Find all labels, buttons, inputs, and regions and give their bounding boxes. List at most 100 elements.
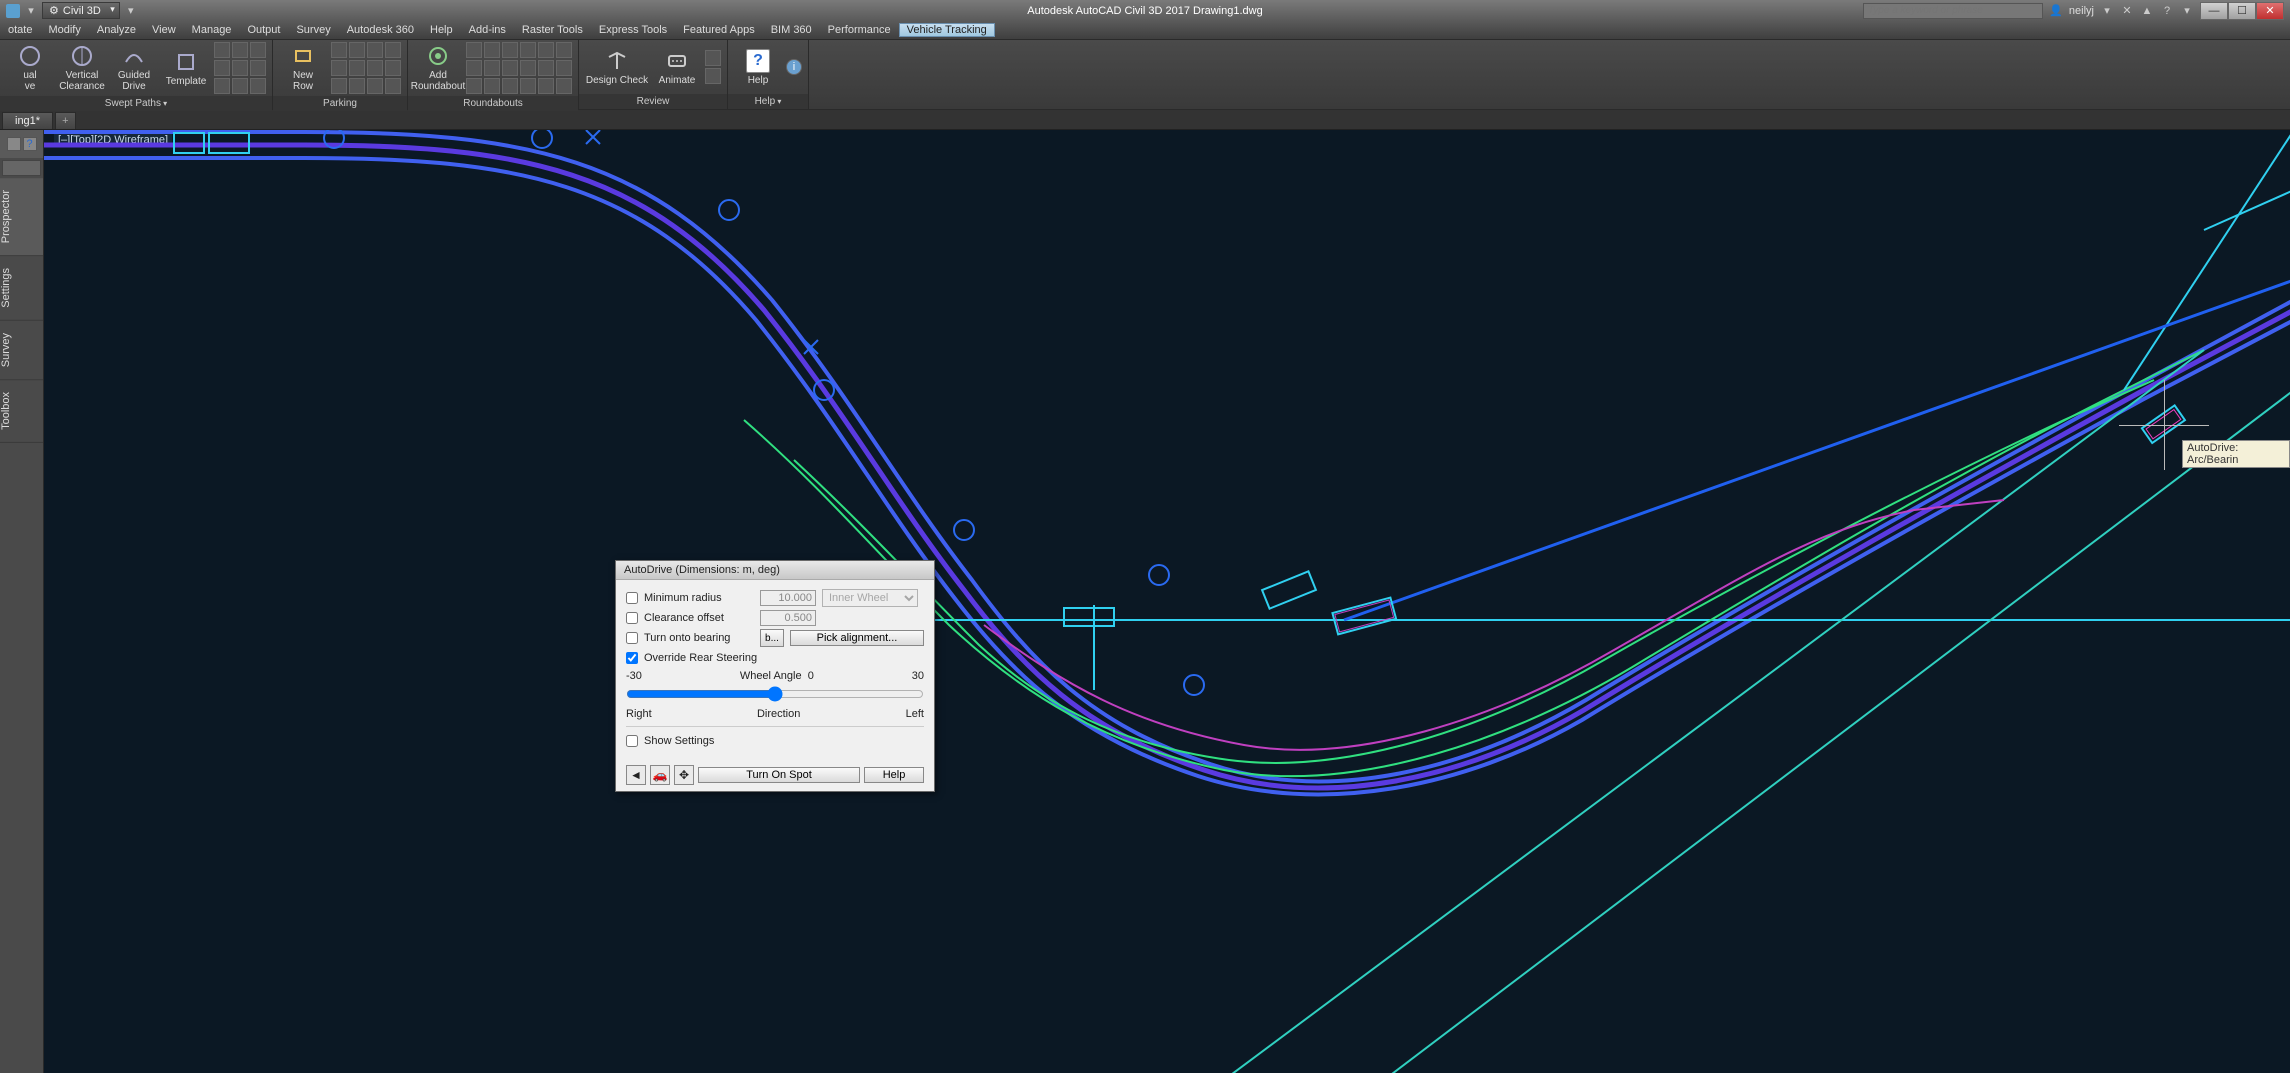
ra-3[interactable] [502, 42, 518, 58]
side-tab-survey[interactable]: Survey [0, 321, 43, 380]
pk-a8[interactable] [385, 60, 401, 76]
side-tab-toolbox[interactable]: Toolbox [0, 380, 43, 443]
override-steering-checkbox[interactable] [626, 652, 638, 664]
ra-5[interactable] [538, 42, 554, 58]
animate-button[interactable]: Animate [653, 42, 701, 92]
add-roundabout-button[interactable]: Add Roundabout [414, 43, 462, 93]
cloud-icon[interactable]: ▲ [2140, 4, 2154, 18]
pk-a5[interactable] [331, 60, 347, 76]
sp-sm-3[interactable] [250, 42, 266, 58]
info-icon[interactable]: i [786, 59, 802, 75]
search-input[interactable] [1863, 3, 2043, 19]
sp-sm-7[interactable] [214, 78, 230, 94]
close-button[interactable]: ✕ [2256, 2, 2284, 20]
pk-a10[interactable] [349, 78, 365, 94]
ra-9[interactable] [502, 60, 518, 76]
side-tab-settings[interactable]: Settings [0, 256, 43, 321]
ra-2[interactable] [484, 42, 500, 58]
pk-a1[interactable] [331, 42, 347, 58]
maximize-button[interactable]: ☐ [2228, 2, 2256, 20]
wheel-select[interactable]: Inner Wheel [822, 589, 918, 607]
ra-17[interactable] [538, 78, 554, 94]
sp-sm-6[interactable] [250, 60, 266, 76]
menu-addins[interactable]: Add-ins [461, 24, 514, 36]
guided-drive-button[interactable]: Guided Drive [110, 43, 158, 93]
pk-a9[interactable] [331, 78, 347, 94]
ra-4[interactable] [520, 42, 536, 58]
ra-8[interactable] [484, 60, 500, 76]
review-sm-1[interactable] [705, 50, 721, 66]
ra-18[interactable] [556, 78, 572, 94]
menu-help[interactable]: Help [422, 24, 461, 36]
user-dd-icon[interactable]: ▾ [2100, 4, 2114, 18]
sp-sm-9[interactable] [250, 78, 266, 94]
menu-rotate[interactable]: otate [0, 24, 40, 36]
workspace-dropdown[interactable]: ⚙Civil 3D [42, 2, 120, 19]
doc-tab-1[interactable]: ing1* [2, 112, 53, 129]
pk-a7[interactable] [367, 60, 383, 76]
ra-11[interactable] [538, 60, 554, 76]
ra-1[interactable] [466, 42, 482, 58]
toolspace-btn-2[interactable]: ? [23, 137, 37, 151]
menu-featuredapps[interactable]: Featured Apps [675, 24, 763, 36]
design-check-button[interactable]: Design Check [585, 42, 649, 92]
template-button[interactable]: Template [162, 43, 210, 93]
turn-bearing-checkbox[interactable] [626, 632, 638, 644]
toolspace-dropdown[interactable] [2, 160, 41, 176]
menu-view[interactable]: View [144, 24, 184, 36]
doc-tab-add[interactable]: + [55, 112, 75, 129]
sp-sm-1[interactable] [214, 42, 230, 58]
ra-7[interactable] [466, 60, 482, 76]
ra-15[interactable] [502, 78, 518, 94]
wheel-angle-slider[interactable] [626, 686, 924, 702]
help-icon[interactable]: ? [2160, 4, 2174, 18]
menu-output[interactable]: Output [239, 24, 288, 36]
dialog-icon-vehicle[interactable]: 🚗 [650, 765, 670, 785]
show-settings-checkbox[interactable] [626, 735, 638, 747]
menu-modify[interactable]: Modify [40, 24, 88, 36]
menu-expresstools[interactable]: Express Tools [591, 24, 675, 36]
drawing-canvas[interactable]: [–][Top][2D Wireframe] [44, 130, 2290, 1073]
pick-alignment-button[interactable]: Pick alignment... [790, 630, 924, 646]
pk-a4[interactable] [385, 42, 401, 58]
menu-rastertools[interactable]: Raster Tools [514, 24, 591, 36]
dialog-help-button[interactable]: Help [864, 767, 924, 783]
new-row-button[interactable]: New Row [279, 43, 327, 93]
sp-sm-8[interactable] [232, 78, 248, 94]
dialog-icon-prev[interactable]: ◄ [626, 765, 646, 785]
dialog-icon-move[interactable]: ✥ [674, 765, 694, 785]
menu-autodesk360[interactable]: Autodesk 360 [339, 24, 422, 36]
pk-a3[interactable] [367, 42, 383, 58]
toolspace-btn-1[interactable] [7, 137, 21, 151]
manual-drive-button[interactable]: ual ve [6, 43, 54, 93]
ra-10[interactable] [520, 60, 536, 76]
minimize-button[interactable]: — [2200, 2, 2228, 20]
pk-a12[interactable] [385, 78, 401, 94]
signin-icon[interactable]: 👤 [2049, 4, 2063, 18]
min-radius-checkbox[interactable] [626, 592, 638, 604]
sp-sm-5[interactable] [232, 60, 248, 76]
autodrive-dialog[interactable]: AutoDrive (Dimensions: m, deg) Minimum r… [615, 560, 935, 792]
qat-dropdown-icon[interactable]: ▾ [24, 4, 38, 18]
vertical-clearance-button[interactable]: Vertical Clearance [58, 43, 106, 93]
turn-on-spot-button[interactable]: Turn On Spot [698, 767, 860, 783]
clearance-checkbox[interactable] [626, 612, 638, 624]
qat-more-icon[interactable]: ▾ [124, 4, 138, 18]
menu-performance[interactable]: Performance [820, 24, 899, 36]
user-name[interactable]: neilyj [2069, 5, 2094, 17]
min-radius-input[interactable] [760, 590, 816, 606]
menu-bim360[interactable]: BIM 360 [763, 24, 820, 36]
ra-14[interactable] [484, 78, 500, 94]
menu-vehicletracking[interactable]: Vehicle Tracking [899, 23, 995, 37]
bearing-button[interactable]: b... [760, 629, 784, 647]
pk-a11[interactable] [367, 78, 383, 94]
exchange-icon[interactable]: ✕ [2120, 4, 2134, 18]
pk-a6[interactable] [349, 60, 365, 76]
ribbon-panel-title-sweptpaths[interactable]: Swept Paths [0, 96, 272, 111]
ra-16[interactable] [520, 78, 536, 94]
clearance-input[interactable] [760, 610, 816, 626]
help-button[interactable]: ?Help [734, 42, 782, 92]
menu-analyze[interactable]: Analyze [89, 24, 144, 36]
review-sm-2[interactable] [705, 68, 721, 84]
ribbon-panel-title-help[interactable]: Help [728, 94, 808, 109]
